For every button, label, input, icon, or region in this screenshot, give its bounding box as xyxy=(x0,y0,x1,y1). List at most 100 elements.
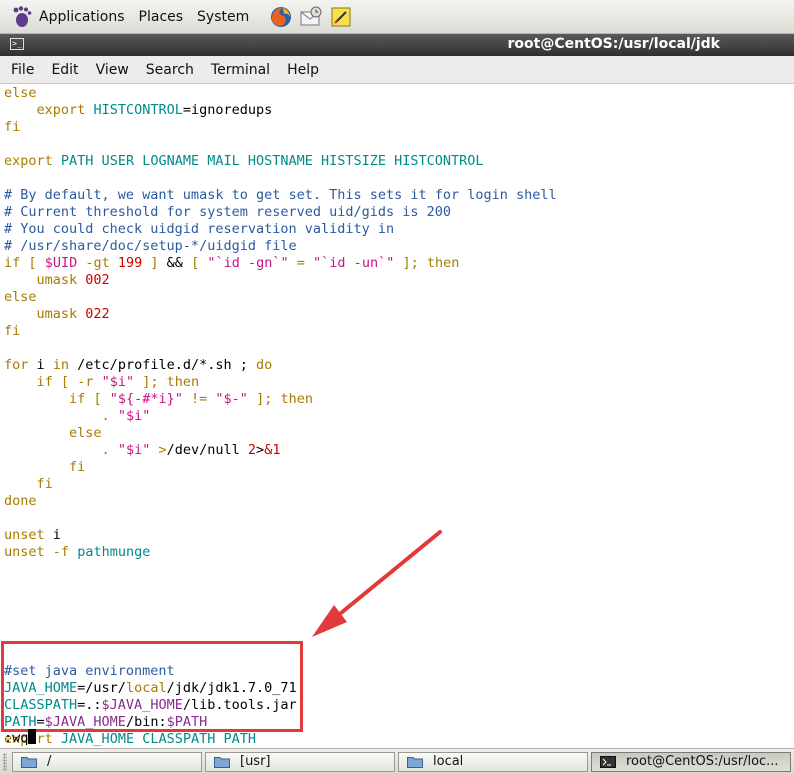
folder-icon xyxy=(21,757,37,768)
terminal-menu-bar: File Edit View Search Terminal Help xyxy=(0,56,794,84)
code-token: . xyxy=(101,408,110,424)
terminal-line: #set java environment xyxy=(4,663,175,680)
notes-icon[interactable] xyxy=(329,5,353,29)
terminal-icon xyxy=(600,756,616,768)
code-token: 2 xyxy=(247,442,257,458)
code-token: CLASSPATH xyxy=(4,697,78,713)
code-token: PATH USER LOGNAME MAIL HOSTNAME HISTSIZE… xyxy=(60,153,484,169)
gnome-foot-icon[interactable] xyxy=(10,5,34,29)
command-line[interactable]: :wq xyxy=(4,729,37,746)
code-token: PATH xyxy=(4,714,37,730)
code-token: /etc/profile.d/*.sh ; xyxy=(69,357,256,373)
code-token: HISTCONTROL xyxy=(93,102,183,118)
terminal-line: if [ $UID -gt 199 ] && [ "`id -gn`" = "`… xyxy=(4,255,459,272)
taskbar-item-usr-folder[interactable]: [usr] xyxy=(205,752,395,772)
code-token: pathmunge xyxy=(77,544,151,560)
code-token: if xyxy=(69,391,86,407)
terminal-line: fi xyxy=(4,459,85,476)
code-token: =.: xyxy=(77,697,102,713)
menu-help[interactable]: Help xyxy=(278,62,327,78)
code-token: ]; xyxy=(142,374,159,390)
terminal-line: fi xyxy=(4,476,53,493)
taskbar-item-root-folder[interactable]: / xyxy=(12,752,202,772)
top-panel: Applications Places System xyxy=(0,0,794,34)
code-token: fi xyxy=(69,459,86,475)
terminal-line: . "$i" >/dev/null 2>&1 xyxy=(4,442,281,459)
menu-terminal[interactable]: Terminal xyxy=(202,62,278,78)
firefox-icon[interactable] xyxy=(269,5,293,29)
code-token: export xyxy=(36,102,86,118)
code-token: 199 xyxy=(117,255,143,271)
code-token: ]; xyxy=(402,255,419,271)
taskbar-item-terminal[interactable]: root@CentOS:/usr/loc... xyxy=(591,752,791,772)
code-token: ] xyxy=(150,255,159,271)
menu-applications[interactable]: Applications xyxy=(39,9,133,25)
terminal-line: # /usr/share/doc/setup-*/uidgid file xyxy=(4,238,297,255)
window-title: root@CentOS:/usr/local/jdk xyxy=(507,36,720,52)
taskbar-grip[interactable] xyxy=(3,753,7,771)
code-token: then xyxy=(280,391,313,407)
folder-icon xyxy=(407,757,423,768)
mail-icon[interactable] xyxy=(299,5,323,29)
code-token: umask xyxy=(36,306,78,322)
menu-search[interactable]: Search xyxy=(137,62,202,78)
menu-edit[interactable]: Edit xyxy=(42,62,86,78)
code-token: fi xyxy=(4,323,21,339)
code-token: do xyxy=(255,357,273,373)
code-token: then xyxy=(426,255,460,271)
terminal-line: # By default, we want umask to get set. … xyxy=(4,187,557,204)
code-token: -f xyxy=(52,544,70,560)
code-token: [ xyxy=(93,391,102,407)
code-token: #set java environment xyxy=(4,663,175,679)
code-token: "$i" xyxy=(117,408,151,424)
taskbar-item-label: [usr] xyxy=(240,754,271,769)
code-token: "`id -gn`" xyxy=(207,255,289,271)
menu-places[interactable]: Places xyxy=(139,9,192,25)
code-token: else xyxy=(69,425,102,441)
code-token: i xyxy=(44,527,61,543)
terminal-line: export JAVA_HOME CLASSPATH PATH xyxy=(4,731,256,748)
taskbar-item-local-folder[interactable]: local xyxy=(398,752,588,772)
terminal-line: CLASSPATH=.:$JAVA_HOME/lib.tools.jar xyxy=(4,697,297,714)
text-cursor xyxy=(28,729,37,744)
code-token: /lib.tools.jar xyxy=(182,697,297,713)
code-token: in xyxy=(52,357,70,373)
menu-file[interactable]: File xyxy=(2,62,42,78)
window-title-bar[interactable]: >_ root@CentOS:/usr/local/jdk xyxy=(0,34,794,56)
code-token: "$-" xyxy=(215,391,248,407)
code-token: = xyxy=(36,714,45,730)
window-menu-icon[interactable]: >_ xyxy=(10,38,24,50)
menu-view[interactable]: View xyxy=(87,62,137,78)
menu-system[interactable]: System xyxy=(197,9,257,25)
folder-icon xyxy=(214,757,230,768)
code-token: fi xyxy=(36,476,53,492)
code-token: =/usr/ xyxy=(77,680,126,696)
code-token: ]; xyxy=(256,391,273,407)
code-token: != xyxy=(191,391,208,407)
terminal-line: else xyxy=(4,85,37,102)
code-token: > xyxy=(256,442,265,458)
code-token: /bin: xyxy=(125,714,167,730)
code-token: [ xyxy=(60,374,70,390)
terminal-text-area[interactable]: else export HISTCONTROL=ignoredups fi expo… xyxy=(0,84,794,748)
code-token: fi xyxy=(4,119,21,135)
terminal-line: else xyxy=(4,289,37,306)
code-token: if xyxy=(36,374,53,390)
terminal-line: else xyxy=(4,425,102,442)
